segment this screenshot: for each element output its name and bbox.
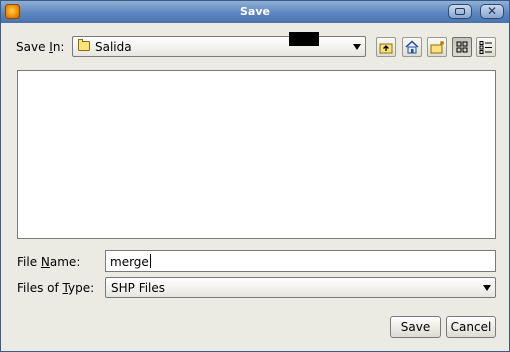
up-one-level-icon [379, 43, 393, 54]
folder-icon [78, 39, 90, 51]
file-type-combo[interactable]: SHP Files [105, 277, 496, 298]
list-view-icon [456, 41, 468, 53]
chevron-down-icon [353, 44, 361, 50]
save-button[interactable]: Save [390, 316, 441, 338]
home-icon [405, 40, 419, 54]
details-view-icon [479, 41, 492, 54]
file-type-value: SHP Files [111, 281, 166, 295]
redaction-box [289, 32, 319, 46]
save-in-combo[interactable]: Salida [72, 36, 366, 57]
save-in-value: Salida [95, 40, 132, 54]
window-title: Save [240, 5, 270, 18]
home-button[interactable] [402, 37, 422, 57]
cancel-button[interactable]: Cancel [446, 316, 496, 338]
details-view-button[interactable] [476, 37, 496, 57]
maximize-icon [455, 8, 465, 15]
list-view-button[interactable] [452, 37, 472, 57]
chevron-down-icon [483, 285, 491, 291]
file-type-label: Files of Type: [17, 281, 95, 295]
up-one-level-button[interactable] [376, 37, 396, 57]
new-folder-icon [430, 41, 444, 54]
file-name-label: File Name: [17, 255, 81, 269]
save-dialog: Save ✕ Save In: Salida File Name: merge … [0, 0, 510, 352]
save-in-label: Save In: [16, 40, 65, 54]
file-list[interactable] [17, 70, 496, 239]
text-caret [149, 254, 151, 268]
file-name-value: merge [110, 255, 149, 269]
new-folder-button[interactable] [427, 37, 447, 57]
file-name-input[interactable]: merge [105, 250, 496, 272]
maximize-button[interactable] [448, 4, 472, 19]
title-bar[interactable]: Save ✕ [1, 1, 509, 23]
close-button[interactable]: ✕ [480, 4, 504, 19]
close-icon: ✕ [486, 4, 498, 18]
